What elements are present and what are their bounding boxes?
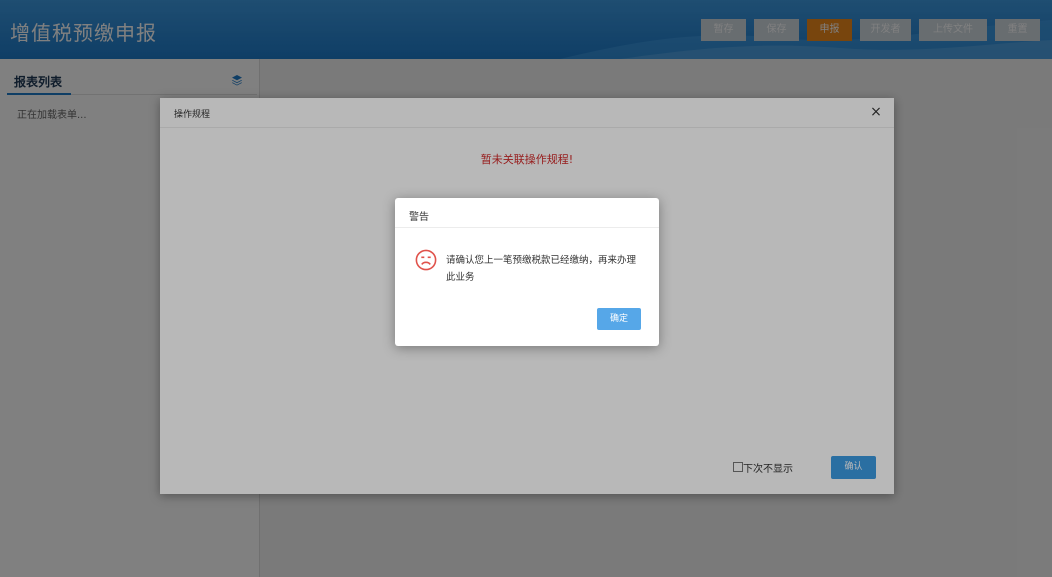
alert-header: 警告: [395, 198, 659, 228]
sad-face-icon: [415, 249, 437, 271]
warning-alert: 警告 请确认您上一笔预缴税款已经缴纳，再来办理此业务 确定: [395, 198, 659, 346]
alert-ok-button[interactable]: 确定: [597, 308, 641, 330]
alert-title: 警告: [409, 212, 429, 223]
alert-message: 请确认您上一笔预缴税款已经缴纳，再来办理此业务: [446, 255, 637, 283]
